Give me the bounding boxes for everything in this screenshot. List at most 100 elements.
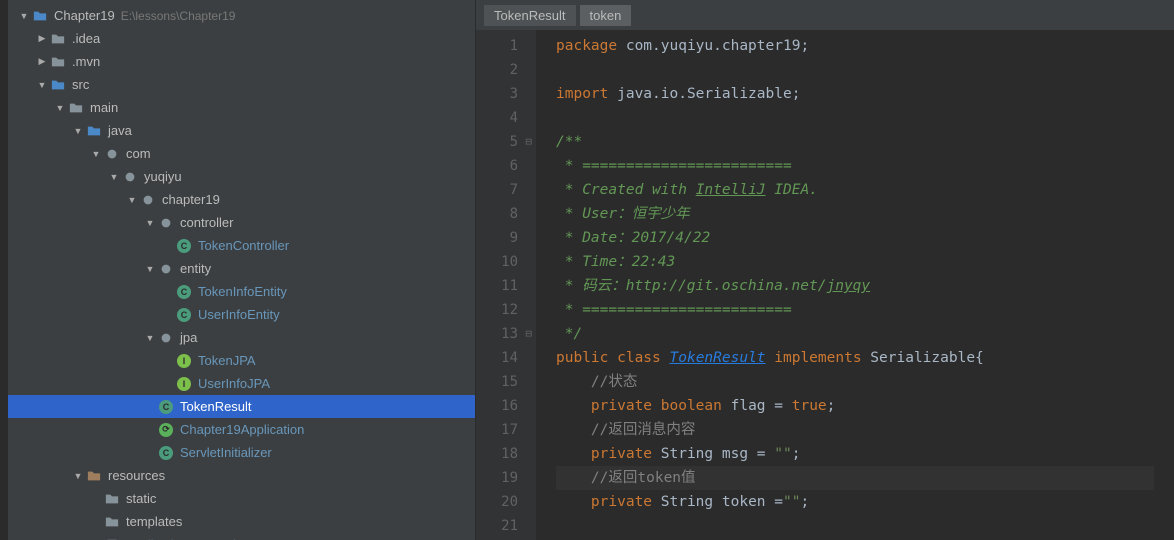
line-number: 10 xyxy=(480,250,518,274)
line-number: 11 xyxy=(480,274,518,298)
expand-arrow-icon[interactable]: ▼ xyxy=(52,103,68,113)
expand-arrow-icon[interactable]: ▶ xyxy=(34,56,50,67)
tree-path: E:\lessons\Chapter19 xyxy=(121,9,236,23)
expand-arrow-icon[interactable]: ▼ xyxy=(34,80,50,90)
tree-item-java[interactable]: ▼ java xyxy=(8,119,475,142)
tree-item-userinfojpa[interactable]: IUserInfoJPA xyxy=(8,372,475,395)
tree-item-tokenresult[interactable]: CTokenResult xyxy=(8,395,475,418)
tree-label: .mvn xyxy=(72,54,100,69)
tree-label: com xyxy=(126,146,151,161)
line-number: 15 xyxy=(480,370,518,394)
code-line[interactable]: /** xyxy=(556,130,1154,154)
tree-label: ServletInitializer xyxy=(180,445,272,460)
tree-item-chapter19[interactable]: ▼ Chapter19 E:\lessons\Chapter19 xyxy=(8,4,475,27)
code-line[interactable]: * ======================== xyxy=(556,154,1154,178)
tree-item-main[interactable]: ▼ main xyxy=(8,96,475,119)
line-number: 6 xyxy=(480,154,518,178)
tree-label: static xyxy=(126,491,156,506)
tree-label: Chapter19 xyxy=(54,8,115,23)
project-tree-panel: ▼Chapter19E:\lessons\Chapter19▶.idea▶.mv… xyxy=(8,0,476,540)
expand-arrow-icon[interactable]: ▼ xyxy=(124,195,140,205)
code-line[interactable]: private String msg = ""; xyxy=(556,442,1154,466)
editor-panel: TokenResult token 12345⊟678910111213⊟141… xyxy=(476,0,1174,540)
expand-arrow-icon[interactable]: ▶ xyxy=(34,33,50,44)
tree-item-userinfoentity[interactable]: CUserInfoEntity xyxy=(8,303,475,326)
tree-item-templates[interactable]: templates xyxy=(8,510,475,533)
code-line[interactable]: //返回消息内容 xyxy=(556,418,1154,442)
tree-item-chapter19application[interactable]: ⟳Chapter19Application xyxy=(8,418,475,441)
code-line[interactable]: * User：恒宇少年 xyxy=(556,202,1154,226)
tree-label: yuqiyu xyxy=(144,169,182,184)
tree-item-com[interactable]: ▼ com xyxy=(8,142,475,165)
tree-label: UserInfoJPA xyxy=(198,376,270,391)
tree-item-src[interactable]: ▼ src xyxy=(8,73,475,96)
line-number: 21 xyxy=(480,514,518,538)
tree-item-jpa[interactable]: ▼ jpa xyxy=(8,326,475,349)
line-number: 19 xyxy=(480,466,518,490)
code-line[interactable]: //状态 xyxy=(556,370,1154,394)
tree-item-entity[interactable]: ▼entity xyxy=(8,257,475,280)
fold-start-icon[interactable]: ⊟ xyxy=(525,130,532,154)
line-number: 9 xyxy=(480,226,518,250)
tree-label: jpa xyxy=(180,330,197,345)
expand-arrow-icon[interactable]: ▼ xyxy=(70,471,86,481)
code-line[interactable]: * 码云：http://git.oschina.net/jnyqy xyxy=(556,274,1154,298)
tree-label: TokenJPA xyxy=(198,353,256,368)
tree-label: resources xyxy=(108,468,165,483)
code-line[interactable] xyxy=(556,106,1154,130)
tree-label: src xyxy=(72,77,89,92)
expand-arrow-icon[interactable]: ▼ xyxy=(142,333,158,343)
breadcrumb-field[interactable]: token xyxy=(580,5,632,26)
line-number: 7 xyxy=(480,178,518,202)
line-number: 5⊟ xyxy=(480,130,518,154)
code-line[interactable]: * ======================== xyxy=(556,298,1154,322)
breadcrumb-bar: TokenResult token xyxy=(476,0,1174,30)
fold-end-icon[interactable]: ⊟ xyxy=(525,322,532,346)
tree-item--idea[interactable]: ▶.idea xyxy=(8,27,475,50)
breadcrumb-class[interactable]: TokenResult xyxy=(484,5,576,26)
tree-item-yuqiyu[interactable]: ▼ yuqiyu xyxy=(8,165,475,188)
code-line[interactable]: //返回token值 xyxy=(556,466,1154,490)
line-number: 18 xyxy=(480,442,518,466)
tree-item-application-properties[interactable]: application.properties xyxy=(8,533,475,540)
code-content[interactable]: package com.yuqiyu.chapter19; import java… xyxy=(536,30,1174,540)
code-line[interactable]: */ xyxy=(556,322,1154,346)
tree-label: java xyxy=(108,123,132,138)
code-line[interactable]: import java.io.Serializable; xyxy=(556,82,1154,106)
line-number: 3 xyxy=(480,82,518,106)
tree-item-tokenjpa[interactable]: ITokenJPA xyxy=(8,349,475,372)
line-number: 8 xyxy=(480,202,518,226)
code-line[interactable] xyxy=(556,58,1154,82)
expand-arrow-icon[interactable]: ▼ xyxy=(142,264,158,274)
tree-item-servletinitializer[interactable]: CServletInitializer xyxy=(8,441,475,464)
tree-label: controller xyxy=(180,215,233,230)
expand-arrow-icon[interactable]: ▼ xyxy=(106,172,122,182)
line-number: 2 xyxy=(480,58,518,82)
expand-arrow-icon[interactable]: ▼ xyxy=(142,218,158,228)
tree-item-tokeninfoentity[interactable]: CTokenInfoEntity xyxy=(8,280,475,303)
tree-item-static[interactable]: static xyxy=(8,487,475,510)
code-area[interactable]: 12345⊟678910111213⊟1415161718192021 pack… xyxy=(476,30,1174,540)
tree-label: main xyxy=(90,100,118,115)
code-line[interactable]: package com.yuqiyu.chapter19; xyxy=(556,34,1154,58)
tree-item-tokencontroller[interactable]: CTokenController xyxy=(8,234,475,257)
tree-item-controller[interactable]: ▼ controller xyxy=(8,211,475,234)
project-tree[interactable]: ▼Chapter19E:\lessons\Chapter19▶.idea▶.mv… xyxy=(8,0,475,540)
code-line[interactable]: * Time：22:43 xyxy=(556,250,1154,274)
code-line[interactable]: * Date：2017/4/22 xyxy=(556,226,1154,250)
tree-item-resources[interactable]: ▼ resources xyxy=(8,464,475,487)
gutter: 12345⊟678910111213⊟1415161718192021 xyxy=(476,30,536,540)
code-line[interactable]: * Created with IntelliJ IDEA. xyxy=(556,178,1154,202)
code-line[interactable]: public class TokenResult implements Seri… xyxy=(556,346,1154,370)
line-number: 14 xyxy=(480,346,518,370)
expand-arrow-icon[interactable]: ▼ xyxy=(70,126,86,136)
expand-arrow-icon[interactable]: ▼ xyxy=(16,11,32,21)
code-line[interactable]: private String token =""; xyxy=(556,490,1154,514)
expand-arrow-icon[interactable]: ▼ xyxy=(88,149,104,159)
code-line[interactable]: private boolean flag = true; xyxy=(556,394,1154,418)
line-number: 17 xyxy=(480,418,518,442)
tree-item--mvn[interactable]: ▶ .mvn xyxy=(8,50,475,73)
tree-item-chapter19[interactable]: ▼chapter19 xyxy=(8,188,475,211)
code-line[interactable] xyxy=(556,514,1154,538)
line-number: 20 xyxy=(480,490,518,514)
